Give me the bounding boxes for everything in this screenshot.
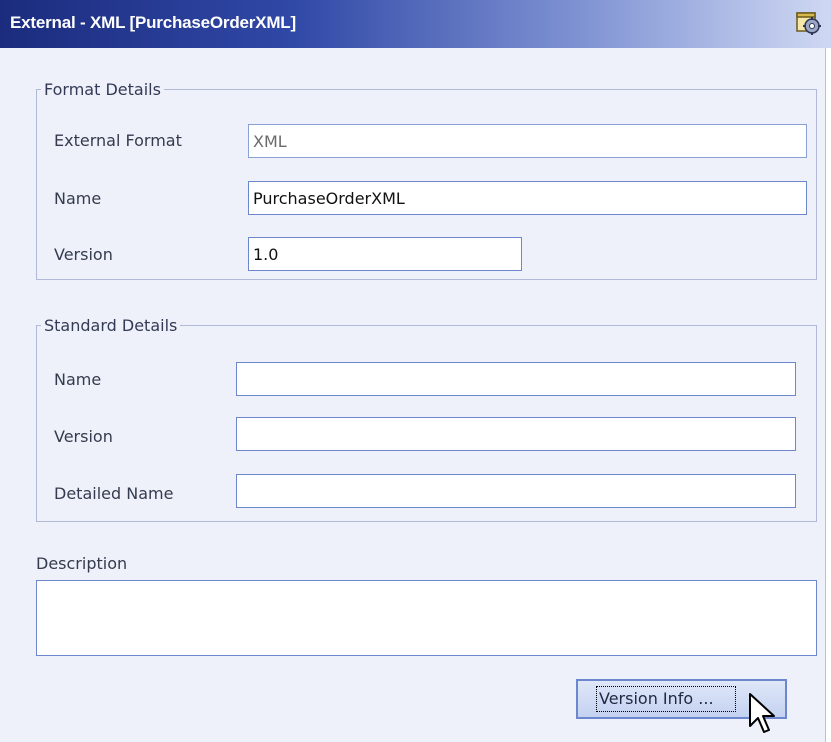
standard-version-label: Version — [54, 427, 113, 446]
external-format-field[interactable] — [248, 124, 807, 158]
standard-version-field[interactable] — [236, 417, 796, 451]
format-version-field[interactable] — [248, 237, 522, 271]
standard-details-legend: Standard Details — [44, 316, 178, 335]
standard-name-label: Name — [54, 370, 102, 389]
window-title: External - XML [PurchaseOrderXML] — [10, 13, 296, 32]
external-format-label: External Format — [54, 131, 182, 150]
format-name-label: Name — [54, 189, 102, 208]
format-version-label: Version — [54, 245, 113, 264]
version-info-button-label: Version Info ... — [596, 686, 736, 712]
title-bar[interactable]: External - XML [PurchaseOrderXML] — [0, 0, 831, 48]
mouse-pointer-icon — [748, 692, 778, 736]
format-details-legend: Format Details — [44, 80, 161, 99]
standard-name-field[interactable] — [236, 362, 796, 396]
detailed-name-field[interactable] — [236, 474, 796, 508]
dialog-window: External - XML [PurchaseOrderXML] Format… — [0, 0, 831, 742]
window-gear-icon[interactable] — [796, 10, 822, 36]
description-field[interactable] — [36, 580, 817, 656]
format-name-field[interactable] — [248, 181, 807, 215]
detailed-name-label: Detailed Name — [54, 484, 174, 503]
description-label: Description — [36, 554, 128, 573]
